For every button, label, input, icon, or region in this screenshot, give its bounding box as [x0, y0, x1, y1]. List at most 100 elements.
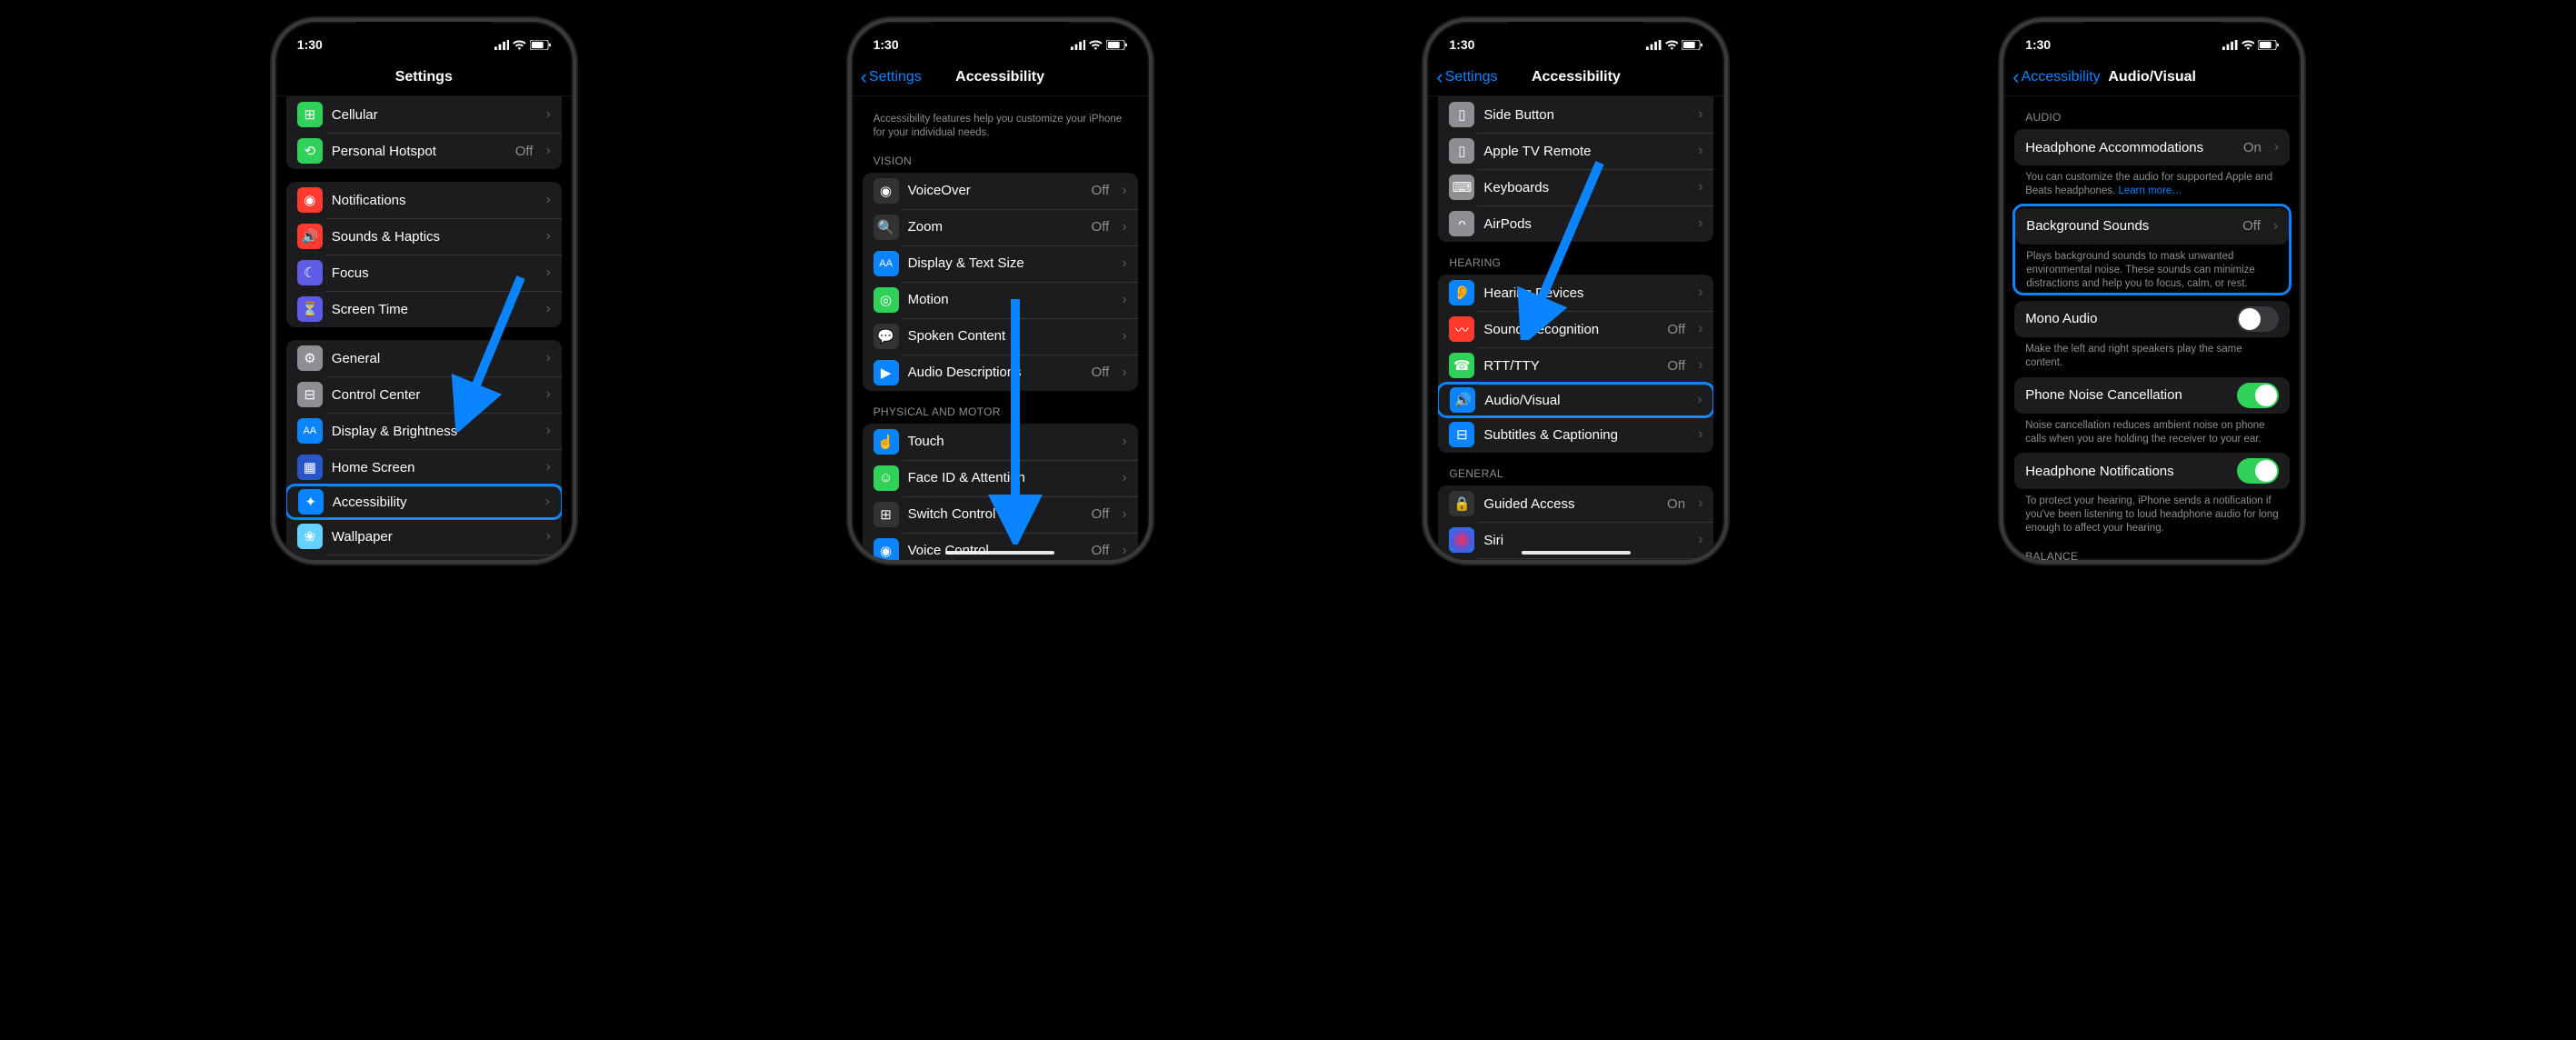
navbar: ‹Settings Accessibility: [852, 58, 1149, 96]
wallpaper-icon: ❀: [297, 524, 323, 549]
audio-visual-list[interactable]: AUDIO Headphone AccommodationsOn› You ca…: [2003, 96, 2301, 560]
row-audio-descriptions[interactable]: ▶Audio DescriptionsOff›: [863, 355, 1138, 391]
row-screen-time[interactable]: ⏳Screen Time›: [286, 291, 562, 327]
page-title: Audio/Visual: [2108, 69, 2196, 85]
row-mono-audio[interactable]: Mono Audio: [2014, 301, 2290, 337]
row-sound-recognition[interactable]: 〰Sound RecognitionOff›: [1438, 311, 1713, 347]
row-motion[interactable]: ◎Motion›: [863, 282, 1138, 318]
row-side-button[interactable]: ▯Side Button›: [1438, 96, 1713, 133]
back-button[interactable]: ‹Settings: [861, 67, 922, 87]
phone-accessibility: 1:30 ‹Settings Accessibility Accessibili…: [848, 18, 1153, 564]
battery-icon: [530, 40, 551, 50]
wifi-icon: [513, 40, 526, 50]
section-audio: AUDIO: [2014, 96, 2290, 129]
noise-cancel-switch[interactable]: [2237, 383, 2279, 408]
section-balance: BALANCE: [2014, 535, 2290, 560]
row-home-screen[interactable]: ▦Home Screen›: [286, 449, 562, 485]
back-button[interactable]: ‹Settings: [1436, 67, 1497, 87]
zoom-icon: 🔍: [874, 215, 899, 240]
screentime-icon: ⏳: [297, 296, 323, 322]
row-notifications[interactable]: ◉Notifications›: [286, 182, 562, 218]
battery-icon: [1106, 40, 1127, 50]
row-personal-hotspot[interactable]: ⟲Personal HotspotOff›: [286, 133, 562, 169]
general-icon: ⚙: [297, 345, 323, 371]
captions-icon: ⊟: [1449, 422, 1474, 447]
row-subtitles-captioning[interactable]: ⊟Subtitles & Captioning›: [1438, 416, 1713, 453]
accessibility-icon: ✦: [298, 489, 324, 515]
accessibility-list[interactable]: ▯Side Button› ▯Apple TV Remote› ⌨Keyboar…: [1427, 96, 1724, 560]
mono-audio-switch[interactable]: [2237, 306, 2279, 332]
row-guided-access[interactable]: 🔒Guided AccessOn›: [1438, 485, 1713, 522]
siri-icon: [1449, 527, 1474, 553]
page-title: Accessibility: [955, 69, 1044, 85]
row-touch[interactable]: ☝Touch›: [863, 424, 1138, 460]
wifi-icon: [1089, 40, 1103, 50]
status-indicators: [1071, 40, 1127, 50]
row-keyboards[interactable]: ⌨Keyboards›: [1438, 169, 1713, 205]
cellular-icon: [1071, 40, 1086, 50]
sidebutton-icon: ▯: [1449, 102, 1474, 127]
row-faceid-attention[interactable]: ☺Face ID & Attention›: [863, 460, 1138, 496]
textsize-icon: AA: [874, 251, 899, 276]
guided-icon: 🔒: [1449, 491, 1474, 516]
row-switch-control[interactable]: ⊞Switch ControlOff›: [863, 496, 1138, 533]
row-voiceover[interactable]: ◉VoiceOverOff›: [863, 173, 1138, 209]
status-time: 1:30: [1449, 37, 1474, 52]
settings-list[interactable]: ⊞Cellular› ⟲Personal HotspotOff› ◉Notifi…: [275, 96, 573, 560]
focus-icon: ☾: [297, 260, 323, 285]
navbar: Settings: [275, 58, 573, 96]
row-sounds-haptics[interactable]: 🔊Sounds & Haptics›: [286, 218, 562, 255]
intro-text: Accessibility features help you customiz…: [863, 96, 1138, 140]
row-cellular[interactable]: ⊞Cellular›: [286, 96, 562, 133]
row-hearing-devices[interactable]: 👂Hearing Devices›: [1438, 275, 1713, 311]
faceid-icon: ☺: [874, 465, 899, 491]
page-title: Settings: [395, 69, 453, 85]
notifications-icon: ◉: [297, 187, 323, 213]
row-apple-tv-remote[interactable]: ▯Apple TV Remote›: [1438, 133, 1713, 169]
navbar: ‹Settings Accessibility: [1427, 58, 1724, 96]
row-focus[interactable]: ☾Focus›: [286, 255, 562, 291]
row-phone-noise-cancellation[interactable]: Phone Noise Cancellation: [2014, 377, 2290, 414]
row-headphone-notifications[interactable]: Headphone Notifications: [2014, 453, 2290, 489]
tvremote-icon: ▯: [1449, 138, 1474, 164]
row-display-text-size[interactable]: AADisplay & Text Size›: [863, 245, 1138, 282]
row-accessibility-shortcut[interactable]: ✦Accessibility ShortcutGuided Access›: [1438, 558, 1713, 560]
headphone-notif-switch[interactable]: [2237, 458, 2279, 484]
section-physical-motor: PHYSICAL AND MOTOR: [863, 391, 1138, 424]
status-time: 1:30: [2025, 37, 2051, 52]
battery-icon: [1682, 40, 1702, 50]
row-headphone-accommodations[interactable]: Headphone AccommodationsOn›: [2014, 129, 2290, 165]
row-background-sounds[interactable]: Background SoundsOff›: [2015, 208, 2289, 245]
home-indicator[interactable]: [945, 551, 1054, 555]
row-zoom[interactable]: 🔍ZoomOff›: [863, 209, 1138, 245]
cellular-icon: [2222, 40, 2238, 50]
accessibility-list[interactable]: Accessibility features help you customiz…: [852, 96, 1149, 560]
mono-footer: Make the left and right speakers play th…: [2014, 337, 2290, 370]
chevron-icon: ›: [545, 106, 550, 123]
section-hearing: HEARING: [1438, 242, 1713, 275]
row-voice-control[interactable]: ◉Voice ControlOff›: [863, 533, 1138, 560]
sounds-icon: 🔊: [297, 224, 323, 249]
back-button[interactable]: ‹Accessibility: [2012, 67, 2100, 87]
voiceover-icon: ◉: [874, 178, 899, 204]
row-siri-search[interactable]: ◐Siri & Search›: [286, 555, 562, 560]
row-airpods[interactable]: ᴖAirPods›: [1438, 205, 1713, 242]
row-display-brightness[interactable]: AADisplay & Brightness›: [286, 413, 562, 449]
home-indicator[interactable]: [1522, 551, 1631, 555]
audiovisual-icon: 🔊: [1450, 387, 1475, 413]
row-accessibility[interactable]: ✦Accessibility›: [286, 484, 562, 520]
audiodesc-icon: ▶: [874, 360, 899, 385]
row-rtt-tty[interactable]: ☎RTT/TTYOff›: [1438, 347, 1713, 384]
row-wallpaper[interactable]: ❀Wallpaper›: [286, 518, 562, 555]
chevron-left-icon: ‹: [2012, 67, 2019, 87]
battery-icon: [2258, 40, 2279, 50]
row-audio-visual[interactable]: 🔊Audio/Visual›: [1438, 382, 1713, 418]
row-general[interactable]: ⚙General›: [286, 340, 562, 376]
hp-notif-footer: To protect your hearing, iPhone sends a …: [2014, 489, 2290, 535]
wifi-icon: [2242, 40, 2255, 50]
learn-more-link[interactable]: Learn more…: [2119, 185, 2182, 196]
display-icon: AA: [297, 418, 323, 444]
row-spoken-content[interactable]: 💬Spoken Content›: [863, 318, 1138, 355]
row-control-center[interactable]: ⊟Control Center›: [286, 376, 562, 413]
page-title: Accessibility: [1532, 69, 1621, 85]
